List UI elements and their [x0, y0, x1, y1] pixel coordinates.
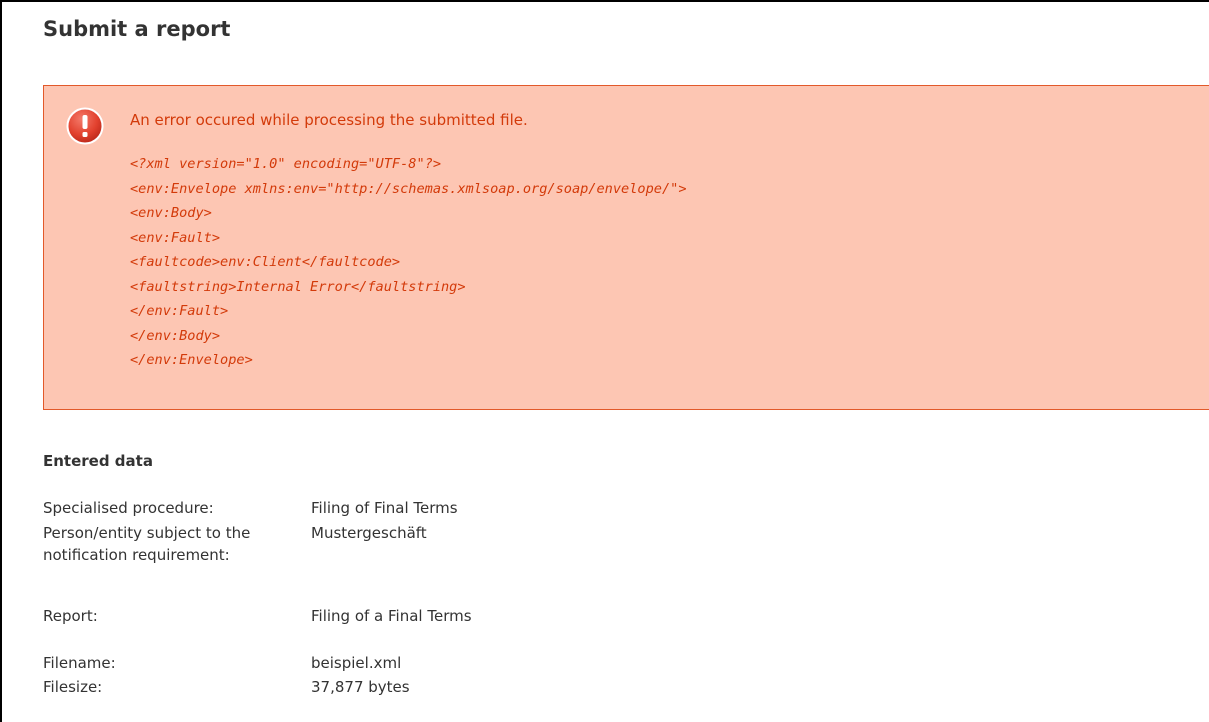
frame-left-border: [0, 0, 2, 722]
page-title: Submit a report: [43, 17, 231, 41]
frame-top-border: [0, 0, 1209, 2]
field-value-procedure: Filing of Final Terms: [311, 499, 458, 517]
code-line: <faultstring>Internal Error</faultstring…: [130, 278, 466, 295]
field-label-filename: Filename:: [43, 654, 116, 672]
exclamation-icon: [66, 107, 104, 145]
code-line: <env:Fault>: [130, 229, 221, 246]
error-box: An error occured while processing the su…: [43, 85, 1209, 410]
code-line: <env:Body>: [130, 205, 212, 221]
code-line: <?xml version="1.0" encoding="UTF-8"?>: [130, 156, 441, 172]
code-line: </env:Fault>: [130, 303, 229, 319]
code-line: </env:Envelope>: [130, 352, 253, 368]
error-message: An error occured while processing the su…: [130, 111, 528, 129]
field-label-procedure: Specialised procedure:: [43, 499, 214, 517]
field-value-filename: beispiel.xml: [311, 654, 402, 672]
field-value-entity: Mustergeschäft: [311, 524, 427, 542]
code-line: <env:Envelope xmlns:env="http://schemas.…: [130, 180, 687, 197]
field-value-filesize: 37,877 bytes: [311, 678, 410, 696]
field-label-entity: Person/entity subject to the notificatio…: [43, 524, 251, 564]
field-value-report: Filing of a Final Terms: [311, 607, 472, 625]
code-line: <faultcode>env:Client</faultcode>: [130, 254, 401, 270]
code-line: </env:Body>: [130, 327, 221, 344]
entered-data-heading: Entered data: [43, 452, 153, 470]
field-label-report: Report:: [43, 607, 98, 625]
field-label-filesize: Filesize:: [43, 678, 103, 696]
error-code-block: <?xml version="1.0" encoding="UTF-8"?> <…: [130, 152, 687, 373]
